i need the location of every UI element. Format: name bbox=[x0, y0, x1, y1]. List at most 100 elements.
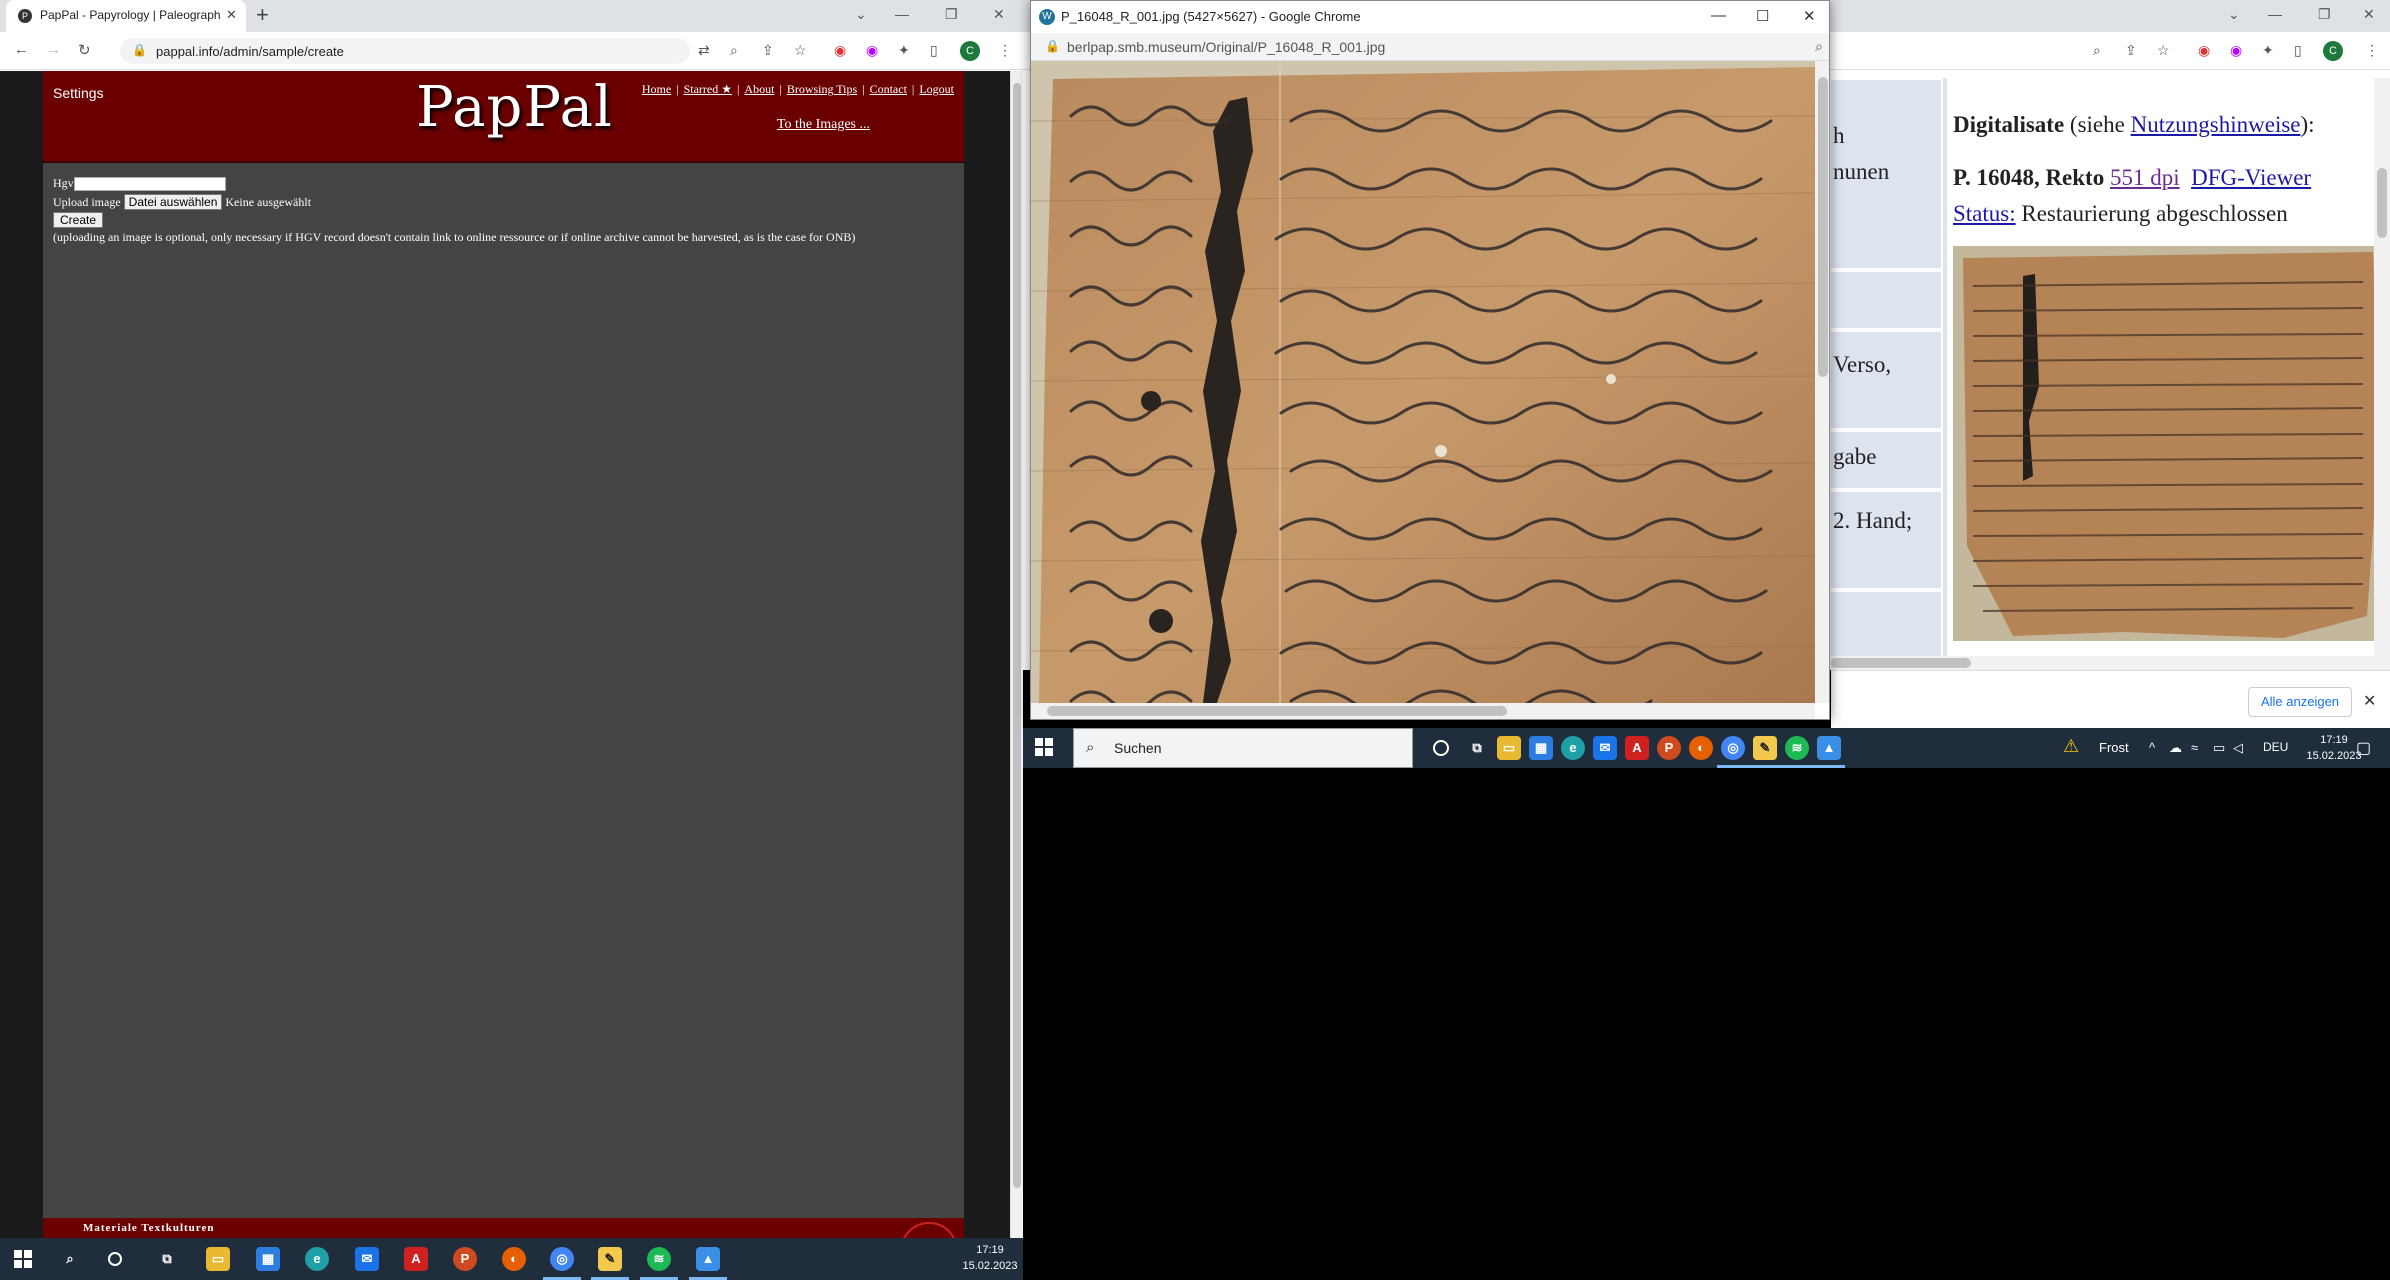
task-view-icon[interactable]: ⧉ bbox=[1465, 736, 1489, 760]
bookmark-star-icon[interactable]: ☆ bbox=[794, 42, 807, 59]
taskbar-search-box[interactable]: ⌕ Suchen bbox=[1073, 728, 1413, 768]
right-extension-purple-icon[interactable]: ◉ bbox=[2230, 42, 2242, 59]
close-window-button[interactable]: ✕ bbox=[993, 6, 1005, 23]
mail-icon[interactable]: ✉ bbox=[355, 1247, 379, 1271]
right-minimize-button[interactable]: — bbox=[2268, 6, 2282, 22]
reload-icon[interactable]: ↻ bbox=[78, 41, 91, 59]
right-close-button[interactable]: ✕ bbox=[2363, 6, 2375, 23]
tab-search-icon[interactable]: ⌄ bbox=[855, 6, 867, 23]
right-hscroll-thumb[interactable] bbox=[1831, 658, 1971, 668]
right-extension-red-icon[interactable]: ◉ bbox=[2198, 42, 2210, 59]
right-menu-kebab-icon[interactable]: ⋮ bbox=[2365, 42, 2379, 59]
firefox-icon[interactable]: ◐ bbox=[502, 1247, 526, 1271]
forward-icon[interactable]: → bbox=[46, 41, 61, 58]
powerpoint-icon[interactable]: P bbox=[453, 1247, 477, 1271]
chrome-icon[interactable]: ◎ bbox=[550, 1247, 574, 1271]
wifi-icon[interactable]: ≈ bbox=[2191, 740, 2198, 755]
extension-purple-icon[interactable]: ◉ bbox=[866, 42, 878, 59]
firefox-icon[interactable]: ◐ bbox=[1689, 736, 1713, 760]
chrome-icon[interactable]: ◎ bbox=[1721, 736, 1745, 760]
back-icon[interactable]: ← bbox=[14, 41, 29, 58]
restore-button[interactable]: ❐ bbox=[945, 6, 958, 23]
cortana-icon[interactable] bbox=[1433, 740, 1449, 756]
page-scrollbar[interactable] bbox=[1010, 71, 1023, 1238]
notification-icon[interactable]: ▢ bbox=[2356, 738, 2371, 758]
onedrive-icon[interactable]: ☁ bbox=[2169, 740, 2182, 756]
close-download-bar-icon[interactable]: ✕ bbox=[2363, 691, 2376, 711]
edge-icon[interactable]: e bbox=[1561, 736, 1585, 760]
right-page-scrollbar[interactable] bbox=[2374, 78, 2390, 658]
translate-icon[interactable]: ⇄ bbox=[698, 42, 710, 59]
powerpoint-icon[interactable]: P bbox=[1657, 736, 1681, 760]
popup-zoom-icon[interactable]: ⌕ bbox=[1815, 38, 1823, 55]
popup-hscroll-thumb[interactable] bbox=[1047, 706, 1507, 716]
battery-icon[interactable]: ▭ bbox=[2213, 740, 2225, 756]
photos-icon[interactable]: ▲ bbox=[1817, 736, 1841, 760]
right-side-panel-icon[interactable]: ▯ bbox=[2294, 42, 2302, 59]
pappal-logo[interactable]: PapPal bbox=[416, 75, 613, 140]
choose-file-button[interactable]: Datei auswählen bbox=[123, 194, 223, 210]
share-icon[interactable]: ⇪ bbox=[762, 42, 774, 59]
new-tab-button[interactable]: + bbox=[256, 2, 269, 28]
search-icon[interactable]: ⌕ bbox=[58, 1247, 82, 1271]
right-share-icon[interactable]: ⇪ bbox=[2125, 42, 2137, 59]
papyrus-image[interactable] bbox=[1031, 61, 1815, 703]
settings-link[interactable]: Settings bbox=[53, 85, 104, 101]
right-extensions-puzzle-icon[interactable]: ✦ bbox=[2262, 42, 2274, 59]
show-all-downloads-button[interactable]: Alle anzeigen bbox=[2248, 687, 2352, 717]
right-tab-search-icon[interactable]: ⌄ bbox=[2228, 6, 2240, 23]
right-scrollbar-thumb[interactable] bbox=[2377, 168, 2387, 238]
popup-maximize-button[interactable]: ☐ bbox=[1756, 7, 1769, 25]
right-bookmark-star-icon[interactable]: ☆ bbox=[2157, 42, 2170, 59]
close-tab-icon[interactable]: ✕ bbox=[226, 7, 237, 23]
papyrus-thumbnail[interactable] bbox=[1953, 246, 2383, 641]
edge-icon[interactable]: e bbox=[305, 1247, 329, 1271]
language-indicator[interactable]: DEU bbox=[2263, 740, 2288, 754]
nav-contact[interactable]: Contact bbox=[870, 82, 907, 96]
nav-browsing-tips[interactable]: Browsing Tips bbox=[787, 82, 857, 96]
acrobat-icon[interactable]: A bbox=[1625, 736, 1649, 760]
popup-address-bar[interactable]: 🔒 berlpap.smb.museum/Original/P_16048_R_… bbox=[1031, 33, 1829, 61]
notes-icon[interactable]: ✎ bbox=[1753, 736, 1777, 760]
file-explorer-icon[interactable]: ▭ bbox=[206, 1247, 230, 1271]
spotify-icon[interactable]: ≋ bbox=[1785, 736, 1809, 760]
nutzungshinweise-link[interactable]: Nutzungshinweise bbox=[2131, 112, 2301, 137]
file-explorer-icon[interactable]: ▭ bbox=[1497, 736, 1521, 760]
popup-minimize-button[interactable]: — bbox=[1711, 7, 1726, 24]
cortana-icon[interactable] bbox=[108, 1252, 122, 1266]
dpi-link[interactable]: 551 dpi bbox=[2110, 165, 2180, 190]
task-view-icon[interactable]: ⧉ bbox=[155, 1247, 179, 1271]
windows-start-icon[interactable] bbox=[1035, 738, 1053, 756]
hgv-input[interactable] bbox=[73, 177, 226, 192]
profile-avatar[interactable]: C bbox=[960, 41, 980, 61]
right-zoom-icon[interactable]: ⌕ bbox=[2093, 42, 2101, 59]
weather-text[interactable]: Frost bbox=[2099, 740, 2129, 755]
nav-starred[interactable]: Starred ★ bbox=[684, 82, 732, 96]
extensions-puzzle-icon[interactable]: ✦ bbox=[898, 42, 910, 59]
popup-vertical-scrollbar[interactable] bbox=[1815, 61, 1829, 703]
address-bar[interactable]: 🔒 pappal.info/admin/sample/create bbox=[120, 38, 690, 64]
acrobat-icon[interactable]: A bbox=[404, 1247, 428, 1271]
taskbar-clock[interactable]: 17:19 15.02.2023 bbox=[955, 1242, 1025, 1274]
weather-warning-icon[interactable]: ⚠ bbox=[2063, 736, 2079, 757]
nav-logout[interactable]: Logout bbox=[919, 82, 954, 96]
popup-horizontal-scrollbar[interactable] bbox=[1031, 703, 1815, 719]
notes-icon[interactable]: ✎ bbox=[598, 1247, 622, 1271]
store-icon[interactable]: ▦ bbox=[256, 1247, 280, 1271]
popup-vscroll-thumb[interactable] bbox=[1818, 77, 1828, 377]
status-link[interactable]: Status: bbox=[1953, 201, 2016, 226]
right-restore-button[interactable]: ❐ bbox=[2318, 6, 2331, 23]
dfg-viewer-link[interactable]: DFG-Viewer bbox=[2191, 165, 2311, 190]
scrollbar-thumb[interactable] bbox=[1013, 83, 1021, 1188]
menu-kebab-icon[interactable]: ⋮ bbox=[998, 42, 1012, 59]
mail-icon[interactable]: ✉ bbox=[1593, 736, 1617, 760]
nav-about[interactable]: About bbox=[744, 82, 774, 96]
to-images-link[interactable]: To the Images ... bbox=[777, 117, 870, 133]
right-horizontal-scrollbar[interactable] bbox=[1831, 656, 2390, 670]
zoom-icon[interactable]: ⌕ bbox=[730, 42, 738, 59]
windows-start-icon[interactable] bbox=[14, 1250, 32, 1268]
tab-pappal[interactable]: P PapPal - Papyrology | Paleograph ✕ bbox=[6, 0, 246, 32]
photos-icon[interactable]: ▲ bbox=[696, 1247, 720, 1271]
tray-chevron-icon[interactable]: ^ bbox=[2149, 740, 2155, 755]
store-icon[interactable]: ▦ bbox=[1529, 736, 1553, 760]
